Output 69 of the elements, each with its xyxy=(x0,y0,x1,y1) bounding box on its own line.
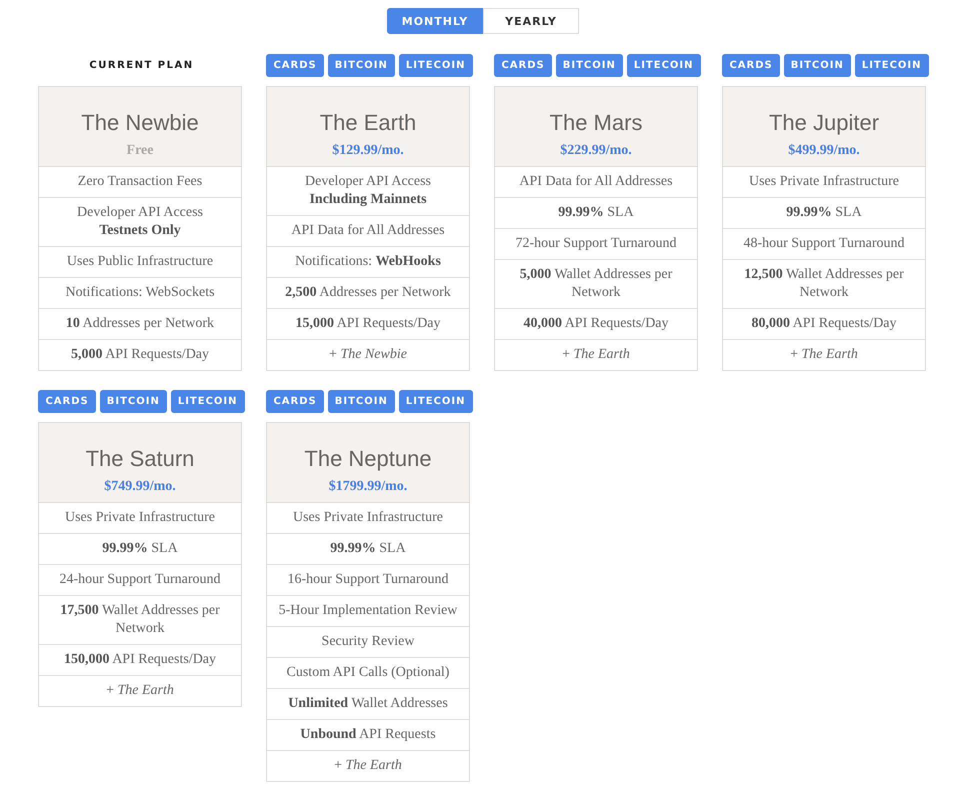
feature-row: 5-Hour Implementation Review xyxy=(267,596,469,627)
billing-period-tab[interactable]: YEARLY xyxy=(483,8,579,34)
feature-row: Notifications: WebHooks xyxy=(267,247,469,278)
plan-price: $129.99/mo. xyxy=(331,142,405,160)
feature-row: 48-hour Support Turnaround xyxy=(723,229,925,260)
plan-price: Free xyxy=(126,142,154,160)
payment-button[interactable]: CARDS xyxy=(266,390,324,413)
feature-row: 16-hour Support Turnaround xyxy=(267,565,469,596)
feature-row: 12,500 Wallet Addresses per Network xyxy=(723,260,925,309)
plan-price: $229.99/mo. xyxy=(559,142,633,160)
feature-row: 99.99% SLA xyxy=(723,198,925,229)
plan-title: The Mars xyxy=(548,109,644,137)
feature-row: Custom API Calls (Optional) xyxy=(267,658,469,689)
feature-row: 17,500 Wallet Addresses per Network xyxy=(39,596,241,645)
plan-price: $499.99/mo. xyxy=(787,142,861,160)
feature-row: Zero Transaction Fees xyxy=(39,167,241,198)
plan-title: The Neptune xyxy=(303,445,433,473)
payment-button[interactable]: BITCOIN xyxy=(328,54,395,77)
feature-row: 2,500 Addresses per Network xyxy=(267,278,469,309)
feature-row: 99.99% SLA xyxy=(39,534,241,565)
payment-button[interactable]: BITCOIN xyxy=(784,54,851,77)
feature-row-text: + The Earth xyxy=(333,757,403,775)
payment-button[interactable]: CARDS xyxy=(266,54,324,77)
feature-row: 15,000 API Requests/Day xyxy=(267,309,469,340)
payment-button[interactable]: BITCOIN xyxy=(328,390,395,413)
payment-button[interactable]: LITECOIN xyxy=(854,54,929,77)
payment-button[interactable]: BITCOIN xyxy=(100,390,167,413)
feature-row: 99.99% SLA xyxy=(267,534,469,565)
feature-row: Developer API Access Including Mainnets xyxy=(267,167,469,216)
plan-price: $1799.99/mo. xyxy=(328,478,408,496)
feature-row: Uses Private Infrastructure xyxy=(267,503,469,534)
feature-row: 150,000 API Requests/Day xyxy=(39,645,241,676)
feature-row: API Data for All Addresses xyxy=(267,216,469,247)
plan-title: The Newbie xyxy=(80,109,200,137)
current-plan-label: CURRENT PLAN xyxy=(89,60,194,71)
feature-row: 5,000 Wallet Addresses per Network xyxy=(495,260,697,309)
feature-row: 10 Addresses per Network xyxy=(39,309,241,340)
payment-button[interactable]: CARDS xyxy=(494,54,552,77)
feature-row-text: 5,000 API Requests/Day xyxy=(70,346,210,364)
feature-row-text: + The Earth xyxy=(105,682,175,700)
feature-row: Uses Private Infrastructure xyxy=(39,503,241,534)
feature-row: Notifications: WebSockets xyxy=(39,278,241,309)
feature-row: API Data for All Addresses xyxy=(495,167,697,198)
feature-row-text: + The Earth xyxy=(789,346,859,364)
feature-row: 80,000 API Requests/Day xyxy=(723,309,925,340)
feature-row: 72-hour Support Turnaround xyxy=(495,229,697,260)
feature-row-text: + The Earth xyxy=(561,346,631,364)
feature-row-text: + The Newbie xyxy=(328,346,408,364)
feature-row: Security Review xyxy=(267,627,469,658)
plan-price: $749.99/mo. xyxy=(103,478,177,496)
feature-row: Uses Private Infrastructure xyxy=(723,167,925,198)
feature-row: 40,000 API Requests/Day xyxy=(495,309,697,340)
plan-title: The Saturn xyxy=(84,445,196,473)
payment-button[interactable]: BITCOIN xyxy=(556,54,623,77)
payment-button[interactable]: CARDS xyxy=(38,390,96,413)
payment-button[interactable]: LITECOIN xyxy=(170,390,245,413)
plan-title: The Jupiter xyxy=(768,109,880,137)
feature-row: Unbound API Requests xyxy=(267,720,469,751)
payment-button[interactable]: CARDS xyxy=(722,54,780,77)
billing-period-tab[interactable]: MONTHLY xyxy=(387,8,483,34)
payment-button[interactable]: LITECOIN xyxy=(626,54,701,77)
plan-title: The Earth xyxy=(318,109,418,137)
payment-button[interactable]: LITECOIN xyxy=(398,54,473,77)
feature-row: 99.99% SLA xyxy=(495,198,697,229)
feature-row: Developer API Access Testnets Only xyxy=(39,198,241,247)
feature-row: 24-hour Support Turnaround xyxy=(39,565,241,596)
payment-button[interactable]: LITECOIN xyxy=(398,390,473,413)
feature-row: Unlimited Wallet Addresses xyxy=(267,689,469,720)
feature-row: Uses Public Infrastructure xyxy=(39,247,241,278)
